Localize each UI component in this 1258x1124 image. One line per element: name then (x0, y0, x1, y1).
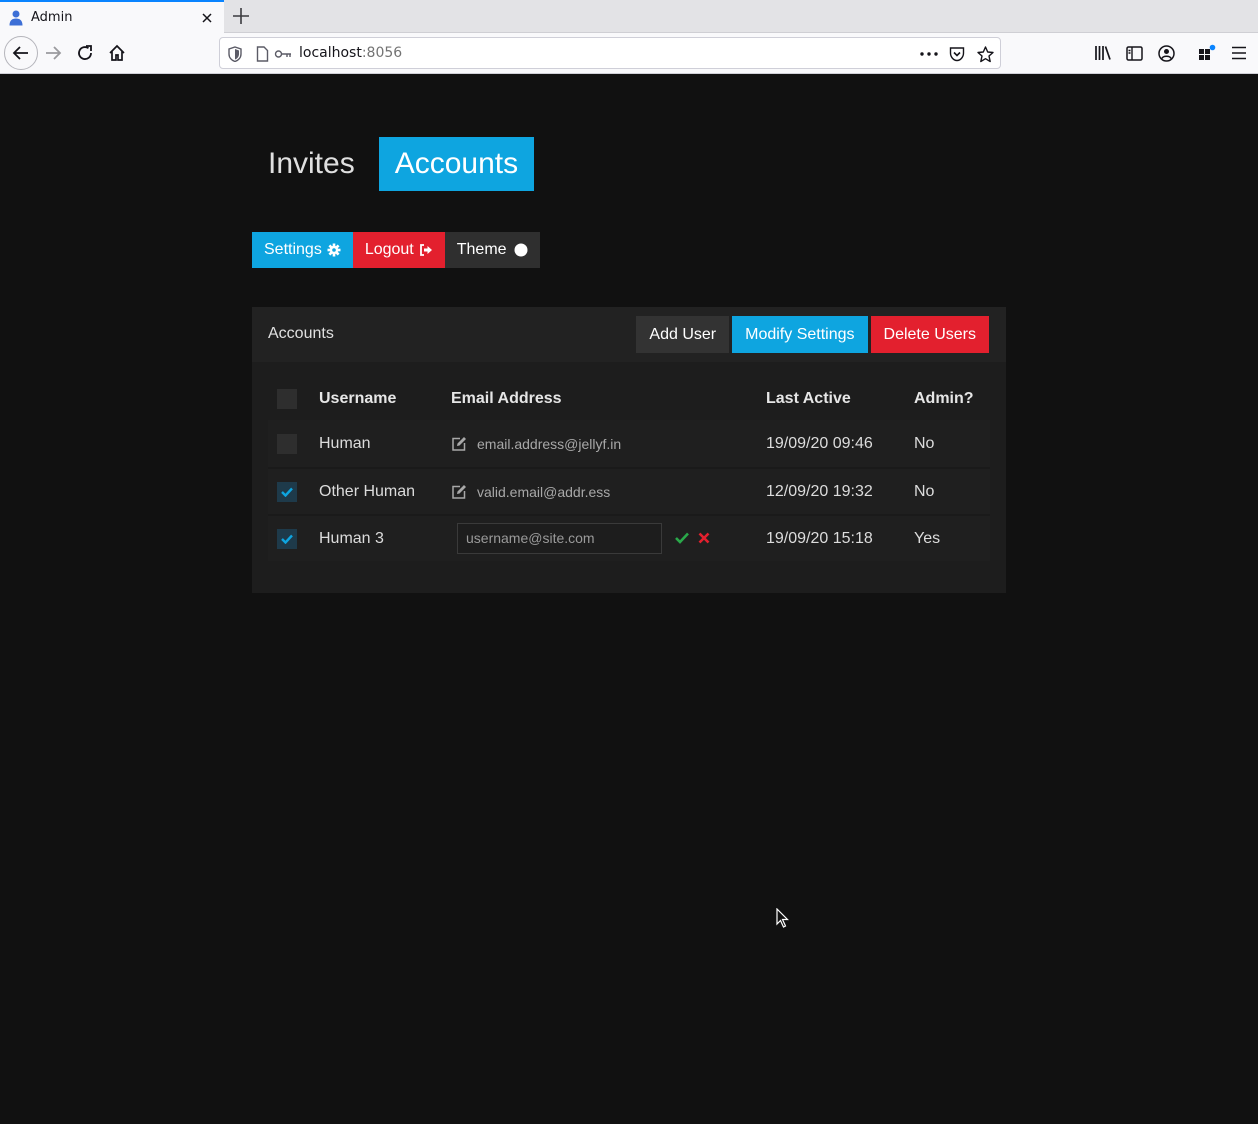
admin-cell: No (914, 482, 935, 500)
email-cell: username@site.com (451, 516, 712, 561)
url-bar[interactable]: localhost:8056 (219, 37, 1001, 69)
page-tabs: Invites Accounts (252, 137, 535, 191)
tab-accounts[interactable]: Accounts (378, 137, 535, 191)
table-row: Human email.address@jellyf.in 19/09/20 0… (268, 420, 990, 467)
column-header-username: Username (319, 389, 397, 407)
admin-cell: Yes (914, 529, 941, 547)
row-select-cell (277, 469, 297, 514)
url-text: localhost:8056 (299, 45, 402, 61)
email-input[interactable]: username@site.com (457, 523, 662, 554)
email-value: email.address@jellyf.in (477, 435, 622, 452)
library-icon[interactable] (1088, 38, 1118, 68)
add-user-button[interactable]: Add User (636, 316, 730, 353)
accounts-table: Username Email Address Last Active Admin… (268, 377, 990, 561)
row-checkbox[interactable] (277, 433, 297, 454)
email-value: valid.email@addr.ess (477, 483, 611, 500)
page-content: Invites Accounts Settings Logout Theme A… (0, 74, 1258, 1124)
page-icon (253, 45, 271, 63)
reload-icon[interactable] (70, 38, 100, 68)
browser-tabbar: Admin (0, 0, 1258, 33)
username-cell: Human 3 (319, 529, 384, 547)
settings-label: Settings (264, 241, 322, 258)
check-confirm-icon[interactable] (675, 532, 689, 546)
table-row: Other Human valid.email@addr.ess 12/09/2… (268, 467, 990, 514)
logout-button[interactable]: Logout (352, 232, 445, 268)
account-icon[interactable] (1151, 38, 1181, 68)
logout-label: Logout (364, 241, 414, 258)
tab-title: Admin (31, 10, 73, 25)
email-cell: email.address@jellyf.in (451, 420, 621, 467)
row-checkbox[interactable] (277, 481, 297, 502)
settings-button[interactable]: Settings (252, 232, 353, 268)
modify-settings-button[interactable]: Modify Settings (732, 316, 868, 353)
extensions-icon[interactable] (1192, 38, 1222, 68)
accounts-card-title: Accounts (268, 325, 334, 342)
admin-user-favicon (9, 10, 23, 26)
sign-out-icon (419, 243, 433, 257)
checkmark-icon (281, 534, 293, 544)
column-header-admin: Admin? (914, 389, 974, 407)
url-port: :8056 (361, 45, 403, 61)
last-active-cell: 12/09/20 19:32 (766, 482, 873, 500)
accounts-card-buttons: Add User Modify Settings Delete Users (636, 316, 989, 353)
close-icon[interactable] (199, 10, 215, 26)
accounts-card-header: Accounts Add User Modify Settings Delete… (252, 307, 1006, 362)
row-checkbox[interactable] (277, 528, 297, 549)
mouse-cursor-icon (776, 908, 789, 928)
key-icon[interactable] (274, 45, 292, 63)
tab-invites[interactable]: Invites (252, 137, 371, 191)
select-all-cell (277, 377, 297, 420)
admin-cell: No (914, 434, 935, 452)
delete-users-button[interactable]: Delete Users (870, 316, 989, 353)
table-header-row: Username Email Address Last Active Admin… (268, 377, 990, 420)
edit-icon[interactable] (451, 484, 467, 500)
gear-icon (327, 243, 341, 257)
edit-icon[interactable] (451, 436, 467, 452)
browser-tab-admin[interactable]: Admin (0, 0, 224, 33)
username-cell: Other Human (319, 482, 416, 500)
pocket-icon[interactable] (948, 45, 966, 63)
username-cell: Human (319, 434, 371, 452)
browser-navbar: localhost:8056 (0, 33, 1258, 74)
back-arrow-icon[interactable] (4, 36, 38, 70)
theme-button[interactable]: Theme (444, 232, 540, 268)
column-header-last-active: Last Active (766, 389, 851, 407)
url-host: localhost (299, 45, 362, 61)
email-cell: valid.email@addr.ess (451, 469, 610, 514)
table-row: Human 3 username@site.com 19/09/20 15:18… (268, 514, 990, 561)
accounts-card: Accounts Add User Modify Settings Delete… (252, 307, 1006, 593)
hamburger-menu-icon[interactable] (1224, 38, 1254, 68)
forward-arrow-icon[interactable] (38, 38, 68, 68)
checkmark-icon (281, 487, 293, 497)
column-header-email: Email Address (451, 389, 562, 407)
select-all-checkbox[interactable] (277, 388, 297, 409)
home-icon[interactable] (102, 38, 132, 68)
row-select-cell (277, 420, 297, 467)
action-buttons: Settings Logout Theme (252, 232, 540, 268)
last-active-cell: 19/09/20 09:46 (766, 434, 873, 452)
row-select-cell (277, 516, 297, 561)
more-dots-icon[interactable] (920, 45, 938, 63)
cancel-x-icon[interactable] (698, 532, 712, 546)
last-active-cell: 19/09/20 15:18 (766, 529, 873, 547)
circle-icon (514, 243, 528, 257)
star-icon[interactable] (976, 45, 994, 63)
shield-icon[interactable] (226, 45, 244, 63)
theme-label: Theme (456, 241, 507, 258)
plus-icon[interactable] (230, 5, 252, 27)
sidebar-icon[interactable] (1119, 38, 1149, 68)
